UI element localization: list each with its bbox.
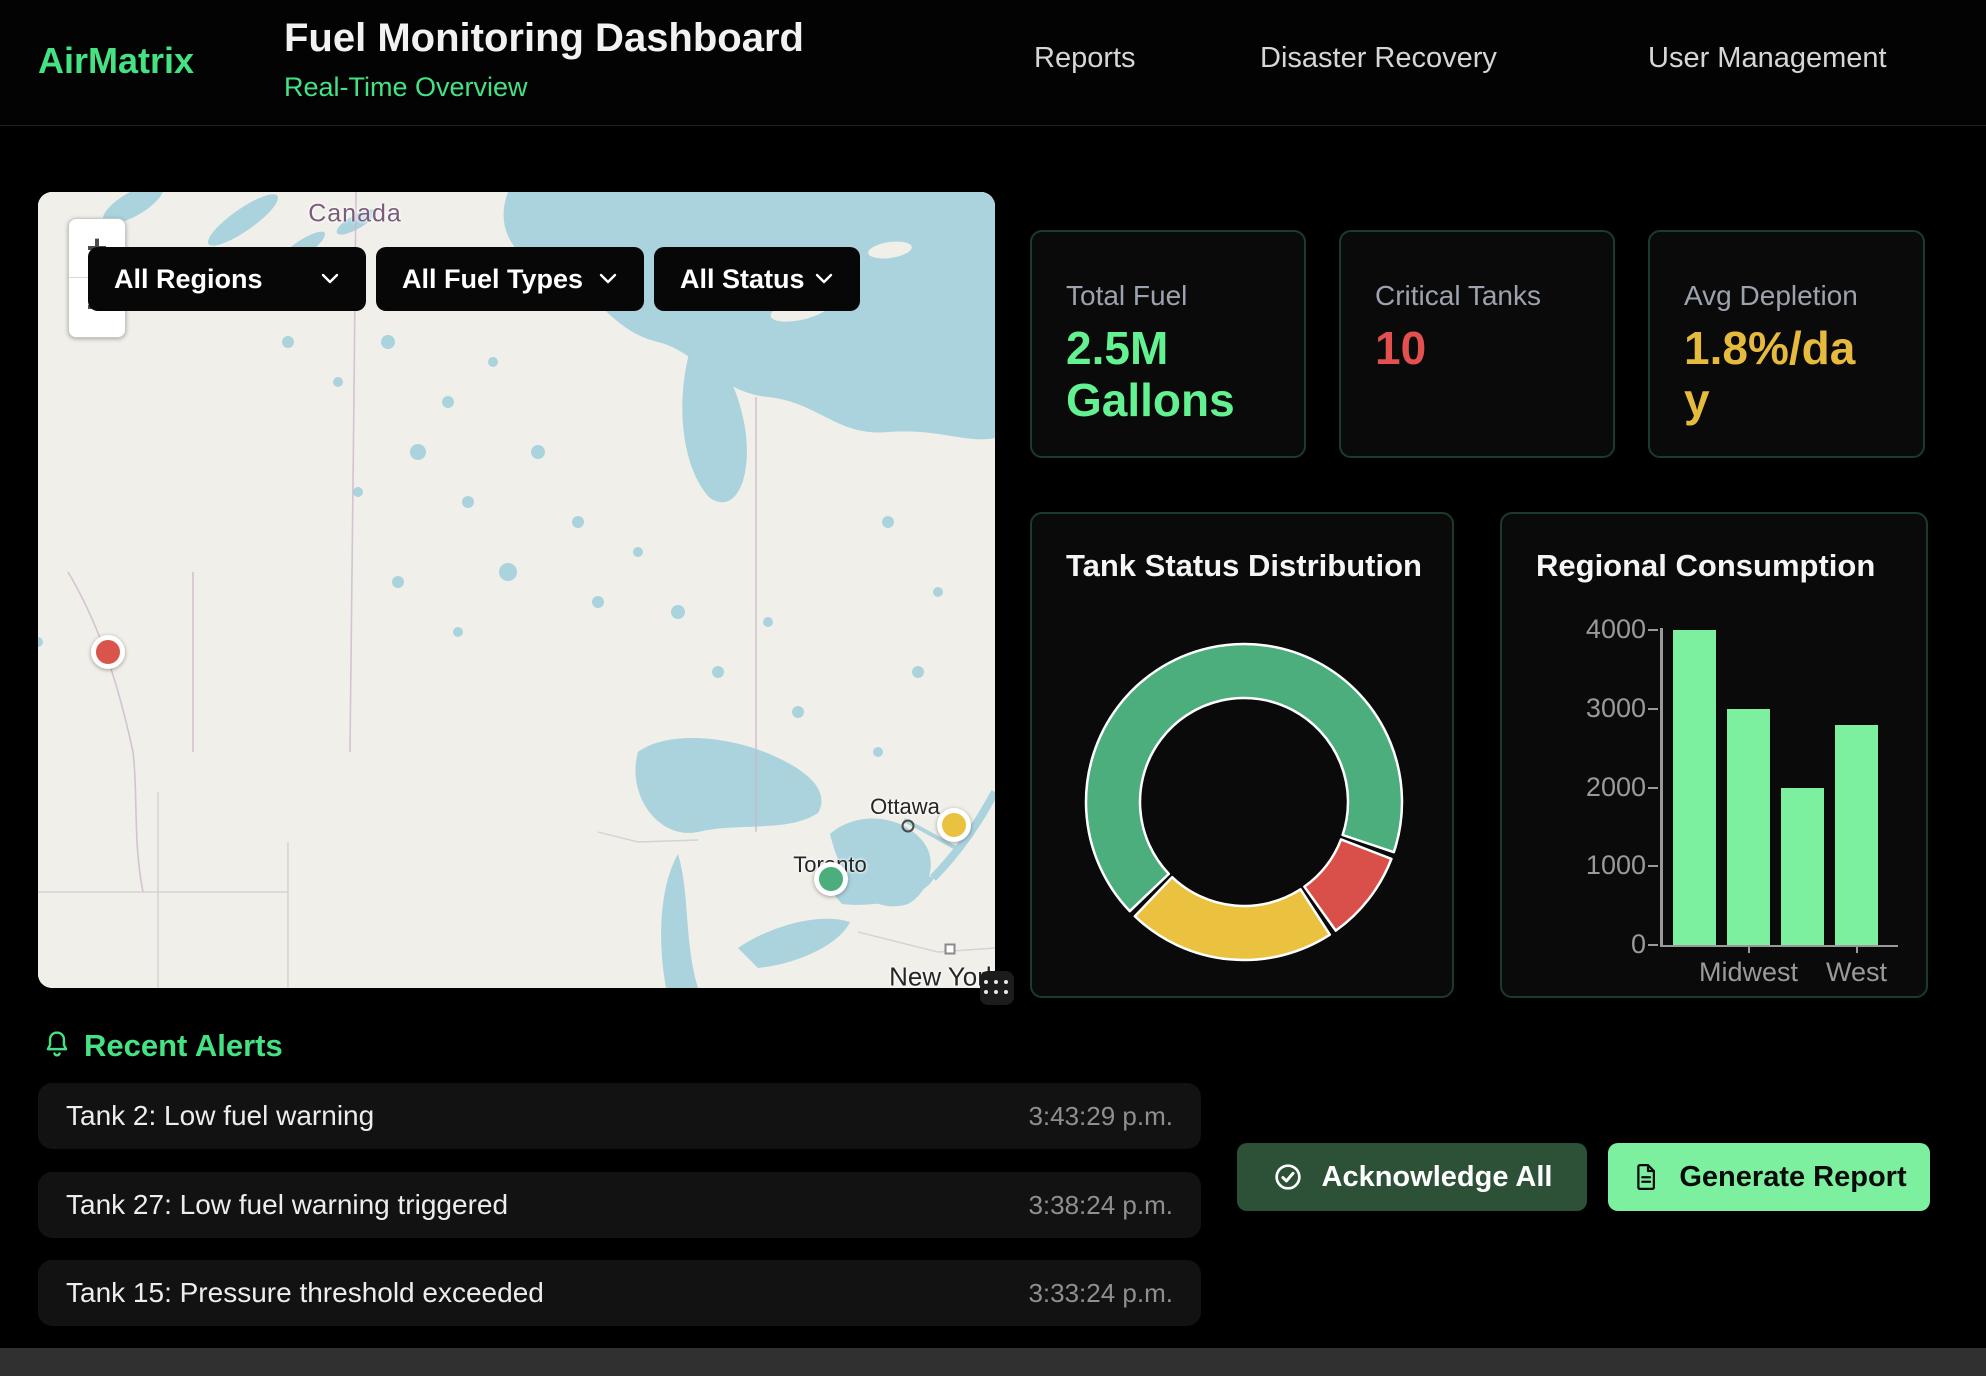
new-york-dot (945, 944, 956, 955)
stat-label: Avg Depletion (1684, 280, 1858, 312)
chevron-down-icon (814, 273, 834, 285)
stat-card-critical-tanks: Critical Tanks 10 (1339, 230, 1615, 458)
alert-time: 3:33:24 p.m. (1028, 1278, 1173, 1309)
stat-value: 10 (1375, 322, 1560, 374)
file-text-icon (1631, 1162, 1661, 1192)
alert-time: 3:38:24 p.m. (1028, 1190, 1173, 1221)
x-tick-mark (1748, 945, 1750, 953)
bar-region-1 (1673, 630, 1716, 945)
bar-West (1835, 725, 1878, 946)
stat-label: Critical Tanks (1375, 280, 1541, 312)
generate-report-button[interactable]: Generate Report (1608, 1143, 1930, 1211)
y-tick-mark (1648, 629, 1658, 631)
ottawa-town-dot (902, 820, 915, 833)
recent-alerts-title: Recent Alerts (84, 1028, 283, 1064)
y-tick-mark (1648, 708, 1658, 710)
bell-icon (40, 1026, 74, 1064)
y-tick-label: 2000 (1546, 772, 1646, 803)
acknowledge-all-label: Acknowledge All (1322, 1161, 1553, 1194)
y-tick-mark (1648, 787, 1658, 789)
y-tick-label: 1000 (1546, 850, 1646, 881)
tank-status-donut-chart (1074, 632, 1414, 972)
x-tick-label: West (1787, 957, 1927, 988)
regions-filter-label: All Regions (114, 264, 263, 295)
check-circle-icon (1272, 1161, 1304, 1193)
bar-region-3 (1781, 788, 1824, 946)
alert-text: Tank 27: Low fuel warning triggered (66, 1189, 508, 1221)
map-panel[interactable]: Canada Ottawa Toronto New York (38, 192, 995, 988)
alert-row: Tank 15: Pressure threshold exceeded 3:3… (38, 1260, 1201, 1326)
y-tick-label: 3000 (1546, 693, 1646, 724)
alert-row: Tank 27: Low fuel warning triggered 3:38… (38, 1172, 1201, 1238)
regions-filter-dropdown[interactable]: All Regions (88, 247, 366, 311)
warning-tank-marker[interactable] (937, 808, 971, 842)
status-filter-dropdown[interactable]: All Status (654, 247, 860, 311)
bar-Midwest (1727, 709, 1770, 945)
regional-consumption-card: Regional Consumption 01000200030004000Mi… (1500, 512, 1928, 998)
map-label-canada: Canada (308, 200, 402, 229)
nav-reports[interactable]: Reports (1034, 42, 1136, 75)
tank-status-distribution-card: Tank Status Distribution (1030, 512, 1454, 998)
y-tick-label: 0 (1546, 929, 1646, 960)
stat-value: 2.5M Gallons (1066, 322, 1251, 427)
chevron-down-icon (598, 273, 618, 285)
page-subtitle: Real-Time Overview (284, 72, 528, 103)
status-filter-label: All Status (680, 264, 805, 295)
y-tick-label: 4000 (1546, 614, 1646, 645)
x-axis (1660, 945, 1898, 947)
bottom-bar (0, 1348, 1986, 1376)
header: AirMatrix Fuel Monitoring Dashboard Real… (0, 0, 1986, 126)
alert-text: Tank 2: Low fuel warning (66, 1100, 374, 1132)
fuel-types-filter-label: All Fuel Types (402, 264, 583, 295)
brand-logo[interactable]: AirMatrix (38, 40, 194, 82)
generate-report-label: Generate Report (1679, 1161, 1906, 1194)
critical-tank-marker[interactable] (91, 635, 125, 669)
stat-label: Total Fuel (1066, 280, 1187, 312)
acknowledge-all-button[interactable]: Acknowledge All (1237, 1143, 1587, 1211)
map-resize-handle[interactable] (980, 971, 1014, 1005)
y-tick-mark (1648, 865, 1658, 867)
nav-user-management[interactable]: User Management (1648, 42, 1887, 75)
donut-segment-warning (1135, 877, 1330, 960)
donut-chart-title: Tank Status Distribution (1066, 548, 1422, 584)
alert-row: Tank 2: Low fuel warning 3:43:29 p.m. (38, 1083, 1201, 1149)
stat-card-total-fuel: Total Fuel 2.5M Gallons (1030, 230, 1306, 458)
chevron-down-icon (320, 273, 340, 285)
page-title: Fuel Monitoring Dashboard (284, 16, 804, 61)
map-label-ottawa: Ottawa (870, 794, 940, 820)
normal-tank-marker[interactable] (814, 862, 848, 896)
stat-card-avg-depletion: Avg Depletion 1.8%/day (1648, 230, 1925, 458)
fuel-monitoring-dashboard: AirMatrix Fuel Monitoring Dashboard Real… (0, 0, 1986, 1376)
regional-consumption-bar-chart: 01000200030004000MidwestWest (1502, 514, 1930, 1000)
stat-value: 1.8%/day (1684, 322, 1869, 427)
alert-time: 3:43:29 p.m. (1028, 1101, 1173, 1132)
x-tick-mark (1856, 945, 1858, 953)
y-axis (1660, 628, 1663, 947)
nav-disaster-recovery[interactable]: Disaster Recovery (1260, 42, 1497, 75)
y-tick-mark (1648, 944, 1658, 946)
alert-text: Tank 15: Pressure threshold exceeded (66, 1277, 544, 1309)
fuel-types-filter-dropdown[interactable]: All Fuel Types (376, 247, 644, 311)
